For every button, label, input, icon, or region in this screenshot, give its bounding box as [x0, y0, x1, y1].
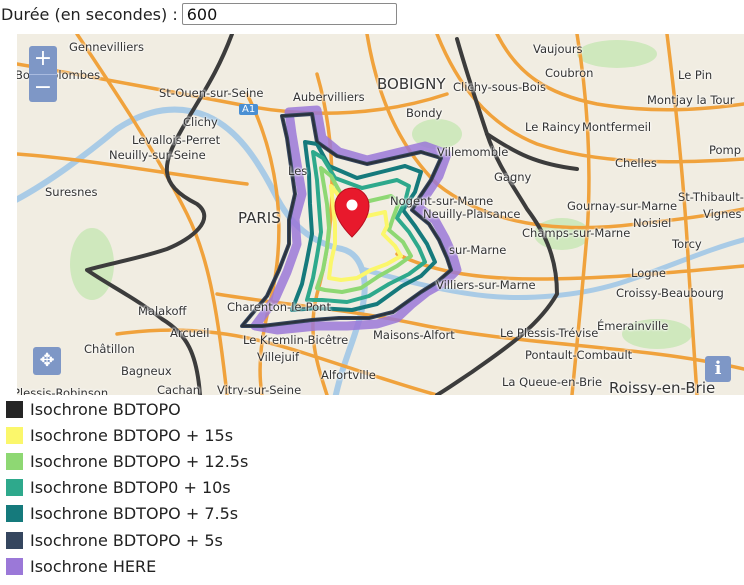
place-label: St-Ouen-sur-Seine — [159, 86, 264, 100]
legend-label: Isochrone BDTOPO + 5s — [30, 530, 223, 550]
legend-swatch — [6, 426, 23, 444]
place-label: Pomp — [709, 143, 742, 157]
place-label: Malakoff — [138, 304, 187, 318]
place-label: Champs-sur-Marne — [522, 226, 631, 240]
place-label: Villiers-sur-Marne — [436, 278, 536, 292]
isochrone-map[interactable]: Gennevilliers Bois-Colombes St-Ouen-sur-… — [17, 34, 744, 395]
legend-item: Isochrone BDTOPO + 5s — [6, 527, 248, 553]
duration-input[interactable] — [181, 3, 397, 25]
place-label: Maisons-Alfort — [373, 328, 455, 342]
place-label: PARIS — [238, 209, 281, 227]
place-label: Noisiel — [633, 216, 672, 230]
place-label: Neuilly-sur-Seine — [109, 148, 206, 162]
place-label: Bagneux — [121, 364, 172, 378]
legend-swatch — [6, 505, 23, 523]
place-label: Gennevilliers — [69, 40, 145, 54]
place-label: Charenton-le-Pont — [227, 300, 331, 314]
place-label: Coubron — [545, 66, 594, 80]
place-label: Montjay la Tour — [647, 93, 735, 107]
info-button[interactable]: i — [705, 356, 731, 382]
place-label: Gagny — [494, 170, 532, 184]
place-label: Villejuif — [257, 350, 300, 364]
place-label: Pontault-Combault — [525, 348, 633, 362]
place-label: sur-Marne — [449, 243, 507, 257]
place-label: Émerainville — [597, 319, 669, 333]
place-label: BOBIGNY — [377, 75, 446, 93]
legend-label: Isochrone BDTOPO — [30, 399, 181, 419]
legend-swatch — [6, 452, 23, 470]
place-label: Villemomble — [437, 145, 509, 159]
motorway-shield: A1 — [239, 104, 259, 115]
legend-label: Isochrone BDTOPO + 15s — [30, 425, 234, 445]
place-label: Croissy-Beaubourg — [616, 286, 724, 300]
place-label: Neuilly-Plaisance — [423, 207, 521, 221]
legend-swatch — [6, 531, 23, 549]
place-label: Alfortville — [321, 368, 376, 382]
place-label: Aubervilliers — [293, 90, 365, 104]
place-label: Bondy — [406, 106, 443, 120]
zoom-control: + − — [29, 46, 57, 102]
legend: Isochrone BDTOPO Isochrone BDTOPO + 15s … — [6, 396, 248, 579]
place-label: Les — [288, 164, 308, 178]
legend-label: Isochrone HERE — [30, 556, 157, 576]
legend-label: Isochrone BDTOP0 + 10s — [30, 478, 231, 498]
place-label: Suresnes — [45, 185, 98, 199]
place-label: Gournay-sur-Marne — [567, 199, 678, 213]
place-label: St-Thibault- — [678, 190, 744, 204]
legend-item: Isochrone BDTOPO + 7.5s — [6, 501, 248, 527]
place-label: Le Raincy — [525, 120, 581, 134]
place-label: Le Plessis-Trévise — [500, 326, 599, 340]
legend-swatch — [6, 479, 23, 497]
duration-label: Durée (en secondes) : — [1, 4, 178, 24]
place-label: Vignes — [703, 207, 742, 221]
place-label: Clichy — [183, 115, 218, 129]
place-label: Le Pin — [678, 68, 713, 82]
place-label: Le Kremlin-Bicêtre — [243, 333, 349, 347]
pan-icon[interactable]: ✥ — [33, 347, 61, 375]
place-label: Cachan — [157, 383, 201, 395]
place-label: Plessis-Robinson — [17, 386, 109, 395]
zoom-out-button[interactable]: − — [29, 74, 57, 103]
place-label: Levallois-Perret — [132, 133, 221, 147]
place-label: Chelles — [615, 156, 657, 170]
duration-row: Durée (en secondes) : — [0, 0, 397, 28]
place-label: Arcueil — [170, 326, 210, 340]
place-label: Vitry-sur-Seine — [217, 383, 302, 395]
legend-label: Isochrone BDTOPO + 12.5s — [30, 451, 249, 471]
zoom-in-button[interactable]: + — [29, 46, 57, 74]
place-label: Torcy — [672, 237, 702, 251]
legend-item: Isochrone BDTOPO + 15s — [6, 422, 248, 448]
place-label: La Queue-en-Brie — [502, 375, 603, 389]
place-label: Logne — [631, 266, 666, 280]
legend-item: Isochrone HERE — [6, 553, 248, 579]
place-label: Montfermeil — [582, 120, 652, 134]
place-label: Vaujours — [533, 42, 583, 56]
legend-item: Isochrone BDTOPO + 12.5s — [6, 448, 248, 474]
place-label: Clichy-sous-Bois — [453, 80, 546, 94]
location-marker-icon — [334, 187, 370, 238]
legend-item: Isochrone BDTOPO — [6, 396, 248, 422]
legend-swatch — [6, 400, 23, 418]
legend-swatch — [6, 557, 23, 575]
place-label: Roissy-en-Brie — [609, 379, 716, 395]
legend-label: Isochrone BDTOPO + 7.5s — [30, 504, 239, 524]
legend-item: Isochrone BDTOP0 + 10s — [6, 475, 248, 501]
place-label: Châtillon — [84, 342, 135, 356]
place-label: Nogent-sur-Marne — [390, 194, 494, 208]
